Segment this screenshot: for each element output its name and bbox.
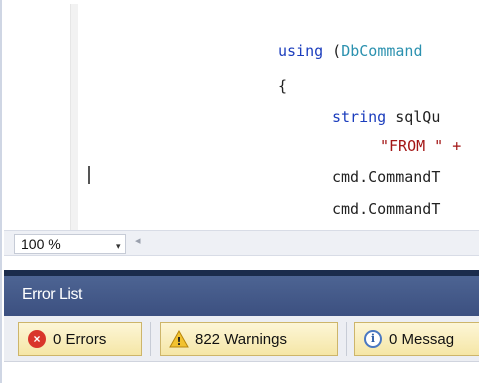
code-token: "FROM " + [380, 137, 462, 155]
ide-window: using (DbCommand { string sqlQu "FROM " … [0, 0, 479, 383]
error-list-rows [4, 362, 479, 383]
code-token: DbCommand [341, 42, 423, 60]
code-editor[interactable]: using (DbCommand { string sqlQu "FROM " … [4, 4, 479, 230]
errors-filter-button[interactable]: × 0 Errors [18, 322, 142, 356]
code-line-commandtext: cmd.CommandT [332, 162, 440, 193]
error-list-toolbar: × 0 Errors ! 822 Warnings i 0 Messag [4, 316, 479, 362]
zoom-dropdown[interactable]: 100 % ▾ [14, 234, 126, 254]
toolbar-divider [150, 322, 151, 356]
messages-filter-button[interactable]: i 0 Messag [354, 322, 479, 356]
svg-text:!: ! [176, 335, 181, 348]
code-line-open-brace: { [278, 71, 287, 102]
error-list-panel: Error List × 0 Errors ! 822 Warnings i 0… [4, 270, 479, 383]
code-line-using: using (DbCommand [278, 36, 423, 67]
error-icon: × [27, 329, 47, 349]
info-icon: i [363, 329, 383, 349]
warnings-label: 822 Warnings [195, 330, 287, 348]
code-line-commandtype: cmd.CommandT [332, 194, 440, 225]
editor-status-bar: 100 % ▾ ◂ [4, 230, 479, 256]
code-token: { [278, 77, 288, 95]
code-token: cmd.CommandT [332, 200, 441, 218]
code-token: cmd.CommandT [332, 168, 441, 186]
code-line-from: "FROM " + [380, 131, 461, 162]
code-token: ( [323, 42, 342, 60]
errors-label: 0 Errors [53, 330, 107, 348]
scroll-left-icon[interactable]: ◂ [135, 234, 141, 247]
code-token: sqlQu [386, 108, 441, 126]
panel-title: Error List [22, 286, 82, 303]
toolbar-divider [346, 322, 347, 356]
chevron-down-icon[interactable]: ▾ [116, 237, 121, 255]
code-token: string [332, 108, 387, 126]
code-token: using [278, 42, 324, 60]
error-list-header[interactable]: Error List [4, 276, 479, 316]
code-line-string-decl: string sqlQu [332, 102, 440, 133]
messages-label: 0 Messag [389, 330, 455, 348]
warnings-filter-button[interactable]: ! 822 Warnings [160, 322, 338, 356]
code-lines: using (DbCommand { string sqlQu "FROM " … [4, 4, 479, 230]
warning-icon: ! [169, 329, 189, 349]
panel-gap [4, 256, 479, 270]
zoom-value: 100 % [21, 236, 61, 252]
